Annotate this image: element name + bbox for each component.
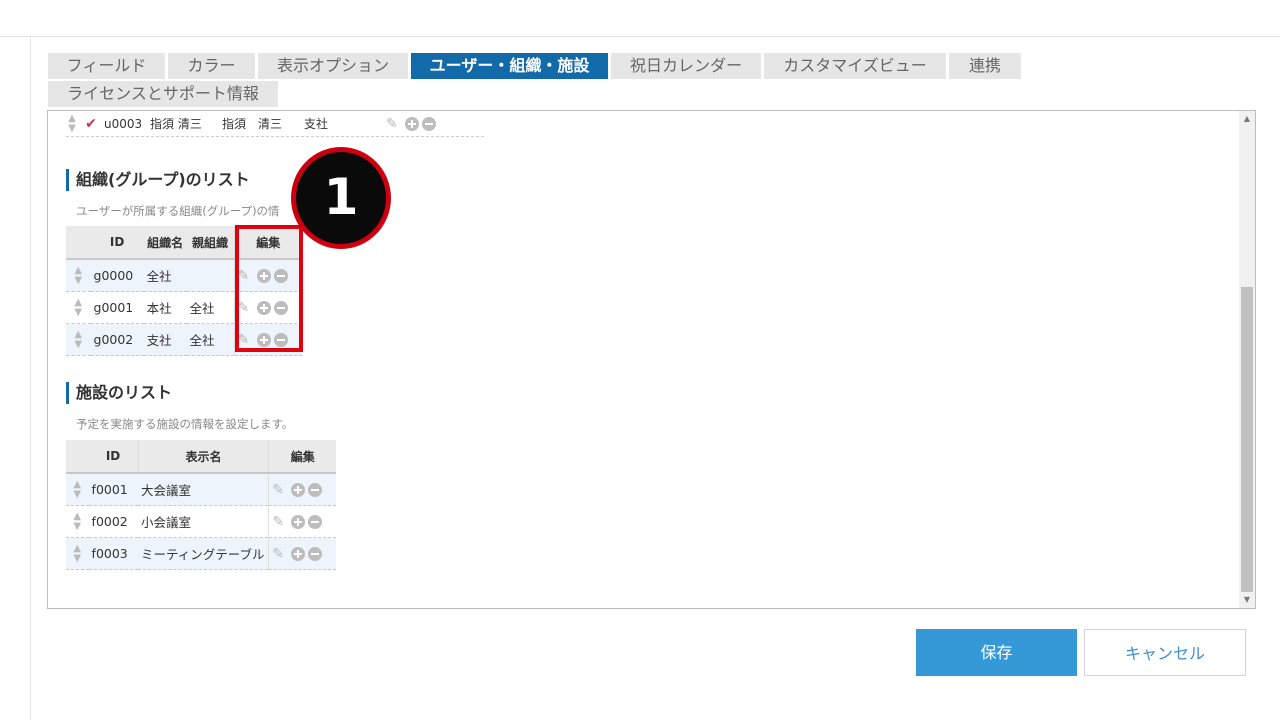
header-id: ID — [90, 226, 144, 260]
org-name: 全社 — [143, 259, 187, 292]
tab-integration[interactable]: 連携 — [949, 53, 1021, 79]
table-row: ▲ ▼ f0002 小会議室 ✎ — [66, 505, 336, 538]
org-name: 支社 — [143, 323, 187, 356]
scrollbar-thumb[interactable] — [1241, 287, 1253, 592]
edit-icon[interactable]: ✎ — [386, 117, 402, 131]
tab-holiday-calendar[interactable]: 祝日カレンダー — [611, 53, 761, 79]
facility-id: f0003 — [88, 537, 139, 570]
tab-row-1: フィールド カラー 表示オプション ユーザー・組織・施設 祝日カレンダー カスタ… — [48, 53, 1038, 79]
tab-fields[interactable]: フィールド — [48, 53, 165, 79]
facility-name: 大会議室 — [138, 473, 269, 506]
org-id: g0001 — [90, 291, 144, 324]
plus-circle-icon[interactable] — [405, 117, 419, 131]
org-list-description: ユーザーが所属する組織(グループ)の情 — [76, 204, 280, 218]
facility-list-title: 施設のリスト — [66, 382, 172, 404]
sort-icon[interactable]: ▲ ▼ — [66, 114, 78, 134]
save-button[interactable]: 保存 — [916, 629, 1077, 676]
facility-name: ミーティングテーブル — [138, 537, 269, 570]
tab-license-support[interactable]: ライセンスとサポート情報 — [48, 81, 278, 107]
org-parent: 全社 — [186, 323, 235, 356]
facility-list-description: 予定を実施する施設の情報を設定します。 — [76, 417, 294, 431]
row-edit-icons: ✎ — [272, 547, 323, 561]
row-edit-icons: ✎ — [272, 515, 323, 529]
tab-color[interactable]: カラー — [168, 53, 255, 79]
check-icon: ✔ — [85, 116, 97, 132]
header-sort — [66, 226, 91, 260]
user-org: 支社 — [304, 117, 329, 131]
header-id: ID — [88, 440, 139, 474]
minus-circle-icon[interactable] — [308, 515, 323, 529]
tab-content-panel: ▲ ▼ ✔ u0003 指須 清三 指須 清三 支社 ✎ 組織(グループ)のリスト… — [47, 110, 1256, 609]
user-edit-icons: ✎ — [386, 117, 436, 131]
facility-id: f0001 — [88, 473, 139, 506]
plus-circle-icon[interactable] — [291, 547, 306, 561]
plus-circle-icon[interactable] — [291, 483, 306, 497]
edit-column-highlight — [235, 225, 303, 352]
header-sort — [66, 440, 89, 474]
row-edit-icons: ✎ — [272, 483, 323, 497]
user-row: ▲ ▼ ✔ u0003 指須 清三 指須 清三 支社 ✎ — [66, 112, 484, 137]
settings-tabs: フィールド カラー 表示オプション ユーザー・組織・施設 祝日カレンダー カスタ… — [48, 53, 1038, 109]
header-org-name: 組織名 — [143, 226, 187, 260]
minus-circle-icon[interactable] — [308, 547, 323, 561]
sort-icon[interactable]: ▲ ▼ — [72, 297, 84, 318]
table-row: ▲ ▼ f0001 大会議室 ✎ — [66, 473, 336, 506]
user-display-name: 指須 清三 — [222, 117, 283, 131]
minus-circle-icon[interactable] — [422, 117, 436, 131]
tab-user-org-facility[interactable]: ユーザー・組織・施設 — [411, 53, 608, 79]
step-number-callout: 1 — [291, 147, 391, 249]
header-parent-org: 親組織 — [186, 226, 235, 260]
edit-icon[interactable]: ✎ — [272, 483, 288, 497]
header-display-name: 表示名 — [137, 440, 269, 474]
tab-display-options[interactable]: 表示オプション — [258, 53, 408, 79]
minus-circle-icon[interactable] — [308, 483, 323, 497]
table-row: ▲ ▼ f0003 ミーティングテーブル ✎ — [66, 537, 336, 570]
org-name: 本社 — [143, 291, 187, 324]
sidebar-divider — [30, 37, 31, 720]
facility-table: ID 表示名 編集 ▲ ▼ f0001 大会議室 ✎ ▲ ▼ f0002 小会議室 — [66, 440, 336, 570]
org-parent: 全社 — [186, 291, 235, 324]
facility-id: f0002 — [88, 505, 139, 538]
sort-icon[interactable]: ▲ ▼ — [71, 543, 83, 564]
user-name: 指須 清三 — [150, 117, 202, 131]
plus-circle-icon[interactable] — [291, 515, 306, 529]
org-list-title: 組織(グループ)のリスト — [66, 169, 250, 191]
edit-icon[interactable]: ✎ — [272, 547, 288, 561]
tab-customize-view[interactable]: カスタマイズビュー — [764, 53, 946, 79]
facility-name: 小会議室 — [138, 505, 269, 538]
org-id: g0000 — [90, 259, 144, 292]
org-id: g0002 — [90, 323, 144, 356]
user-id: u0003 — [104, 117, 143, 131]
org-parent — [186, 259, 235, 292]
sort-icon[interactable]: ▲ ▼ — [72, 265, 84, 286]
table-header-row: ID 表示名 編集 — [66, 440, 336, 474]
sort-icon[interactable]: ▲ ▼ — [71, 511, 83, 532]
sort-icon[interactable]: ▲ ▼ — [71, 479, 83, 500]
vertical-scrollbar[interactable]: ▲ ▼ — [1239, 111, 1255, 608]
scroll-down-arrow-icon[interactable]: ▼ — [1239, 592, 1255, 608]
scroll-up-arrow-icon[interactable]: ▲ — [1239, 111, 1255, 127]
cancel-button[interactable]: キャンセル — [1084, 629, 1246, 676]
tab-row-2: ライセンスとサポート情報 — [48, 81, 1038, 107]
header-edit: 編集 — [268, 440, 336, 474]
edit-icon[interactable]: ✎ — [272, 515, 288, 529]
sort-icon[interactable]: ▲ ▼ — [72, 329, 84, 350]
header-divider — [0, 36, 1280, 37]
